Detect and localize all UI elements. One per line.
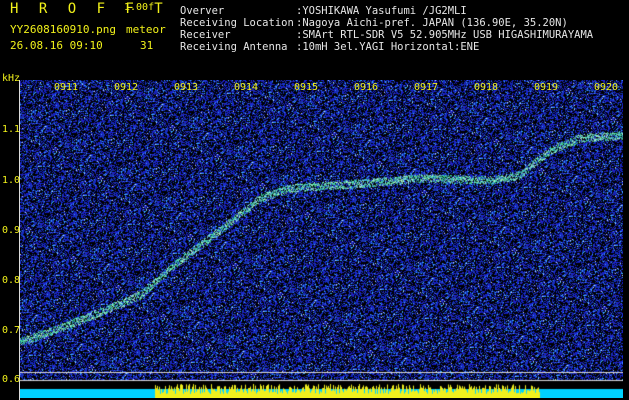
freq-tick-label: 0.7 [2,325,21,336]
frequency-unit-label: kHz [2,73,21,84]
meteor-count: 31 [140,39,154,52]
time-tick-label: 0916 [354,82,379,93]
time-tick-label: 0913 [174,82,199,93]
time-tick-label: 0920 [594,82,619,93]
time-tick-label: 0917 [414,82,439,93]
freq-tick-label: 1.0 [2,175,21,186]
capture-datetime: 26.08.16 09:10 [10,39,103,52]
location-value: :Nagoya Aichi-pref. JAPAN (136.90E, 35.2… [296,17,568,29]
spectrogram-canvas [20,80,623,398]
spectrogram-window: H R O F F T 1.00f YY2608160910.png meteo… [0,0,629,400]
time-tick-label: 0918 [474,82,499,93]
freq-tick-label: 1.1 [2,124,21,135]
time-tick-label: 0911 [54,82,79,93]
freq-tick-label: 0.6 [2,374,21,385]
location-label: Receiving Location [180,17,294,29]
app-version: 1.00f [124,2,155,13]
observer-label: Overver [180,5,225,17]
antenna-value: :10mH 3el.YAGI Horizontal:ENE [296,41,480,53]
meteor-label: meteor [126,23,166,36]
receiver-value: :SMArt RTL-SDR V5 52.905MHz USB HIGASHIM… [296,29,594,41]
time-tick-label: 0912 [114,82,139,93]
receiver-label: Receiver [180,29,231,41]
antenna-label: Receiving Antenna [180,41,288,53]
image-filename: YY2608160910.png [10,23,116,36]
time-tick-label: 0915 [294,82,319,93]
time-tick-label: 0919 [534,82,559,93]
observer-value: :YOSHIKAWA Yasufumi /JG2MLI [296,5,467,17]
freq-tick-label: 0.9 [2,225,21,236]
time-tick-label: 0914 [234,82,259,93]
freq-tick-label: 0.8 [2,275,21,286]
